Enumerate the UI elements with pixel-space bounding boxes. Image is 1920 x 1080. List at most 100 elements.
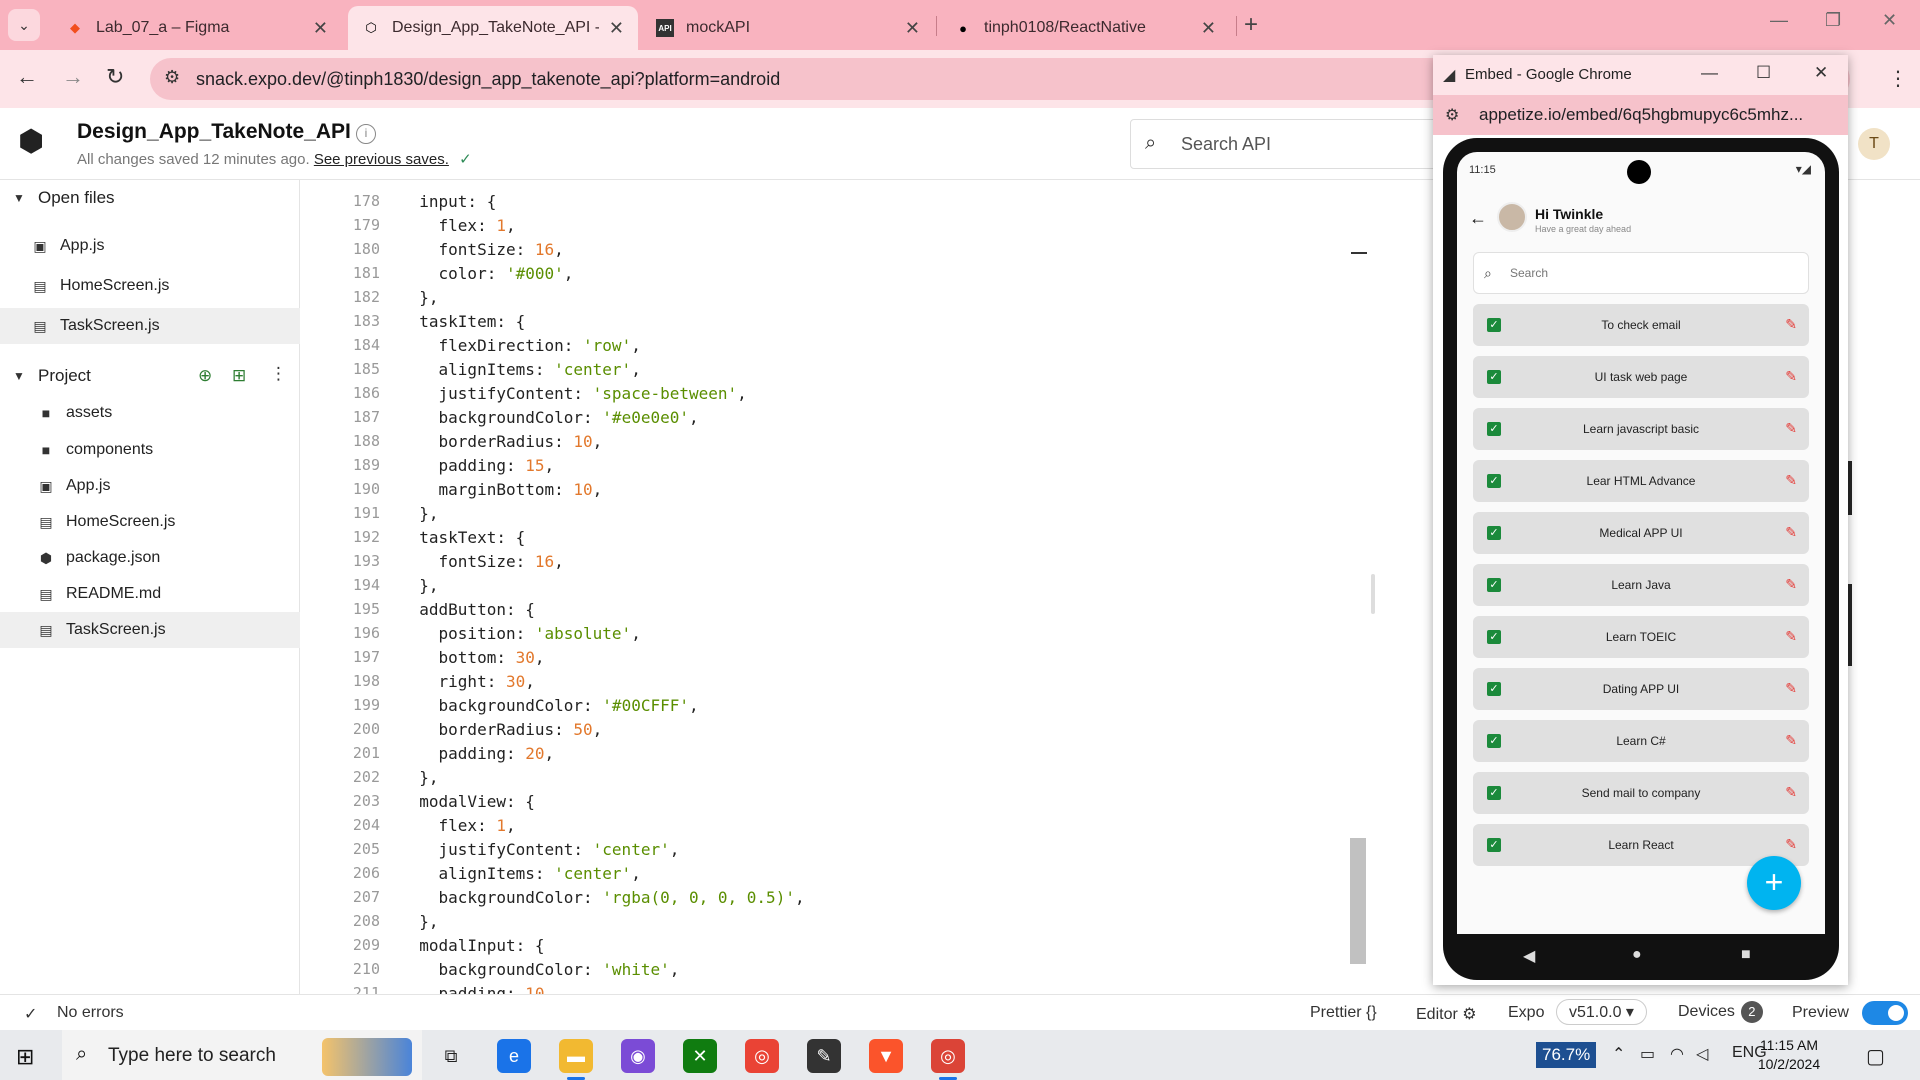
error-status[interactable]: No errors (57, 1004, 124, 1022)
code-line[interactable]: 183 taskItem: { (300, 312, 1380, 336)
code-text[interactable]: }, (400, 768, 438, 787)
task-item[interactable]: ✓ Learn C# ✎ (1473, 720, 1809, 762)
prettier-button[interactable]: Prettier {} (1310, 1004, 1377, 1022)
xbox-icon[interactable]: ✕ (683, 1039, 717, 1073)
code-text[interactable]: marginBottom: 10, (400, 480, 603, 499)
code-line[interactable]: 201 padding: 20, (300, 744, 1380, 768)
code-line[interactable]: 199 backgroundColor: '#00CFFF', (300, 696, 1380, 720)
code-text[interactable]: backgroundColor: '#e0e0e0', (400, 408, 699, 427)
close-tab-icon[interactable]: ✕ (609, 18, 624, 39)
project-file-item[interactable]: ▤ README.md (0, 576, 300, 612)
app-icon[interactable]: ◉ (621, 1039, 655, 1073)
edit-pencil-icon[interactable]: ✎ (1785, 680, 1797, 697)
code-line[interactable]: 209 modalInput: { (300, 936, 1380, 960)
close-window-icon[interactable]: ✕ (1814, 63, 1828, 83)
project-file-item[interactable]: ▣ App.js (0, 468, 300, 504)
add-task-button[interactable]: + (1747, 856, 1801, 910)
task-item[interactable]: ✓ Dating APP UI ✎ (1473, 668, 1809, 710)
edit-pencil-icon[interactable]: ✎ (1785, 836, 1797, 853)
code-line[interactable]: 194 }, (300, 576, 1380, 600)
tab-mockapi[interactable]: API mockAPI ✕ (642, 6, 934, 50)
back-arrow-icon[interactable]: ← (1469, 208, 1487, 229)
code-text[interactable]: }, (400, 912, 438, 931)
code-text[interactable]: taskText: { (400, 528, 525, 547)
code-line[interactable]: 211 padding: 10, (300, 984, 1380, 994)
code-text[interactable]: borderRadius: 50, (400, 720, 603, 739)
nav-back-icon[interactable]: ◀ (1523, 946, 1535, 966)
windows-start-icon[interactable]: ⊞ (16, 1044, 34, 1070)
code-text[interactable]: taskItem: { (400, 312, 525, 331)
restore-window-icon[interactable]: ❐ (1825, 10, 1841, 31)
snack-logo-icon[interactable]: ⬢ (18, 124, 52, 162)
checkbox-icon[interactable]: ✓ (1487, 838, 1501, 852)
code-text[interactable]: padding: 10, (400, 984, 555, 994)
close-tab-icon[interactable]: ✕ (313, 18, 328, 39)
edit-pencil-icon[interactable]: ✎ (1785, 732, 1797, 749)
new-tab-icon[interactable]: + (1244, 11, 1258, 39)
checkbox-icon[interactable]: ✓ (1487, 474, 1501, 488)
task-item[interactable]: ✓ To check email ✎ (1473, 304, 1809, 346)
code-line[interactable]: 196 position: 'absolute', (300, 624, 1380, 648)
checkbox-icon[interactable]: ✓ (1487, 734, 1501, 748)
code-line[interactable]: 202 }, (300, 768, 1380, 792)
code-line[interactable]: 185 alignItems: 'center', (300, 360, 1380, 384)
battery-percent[interactable]: 76.7% (1536, 1042, 1597, 1068)
code-text[interactable]: color: '#000', (400, 264, 574, 283)
code-line[interactable]: 198 right: 30, (300, 672, 1380, 696)
open-file-item[interactable]: ▤ HomeScreen.js (0, 268, 300, 304)
code-line[interactable]: 205 justifyContent: 'center', (300, 840, 1380, 864)
sdk-version-select[interactable]: v51.0.0 ▾ (1556, 999, 1647, 1025)
code-text[interactable]: }, (400, 504, 438, 523)
chrome-icon[interactable]: ◎ (931, 1039, 965, 1080)
code-text[interactable]: borderRadius: 10, (400, 432, 603, 451)
chevron-up-icon[interactable]: ⌃ (1612, 1044, 1625, 1064)
more-options-icon[interactable]: ⋮ (270, 364, 287, 384)
checkbox-icon[interactable]: ✓ (1487, 786, 1501, 800)
new-folder-icon[interactable]: ⊞ (232, 366, 246, 386)
tab-github[interactable]: ● tinph0108/ReactNative ✕ (940, 6, 1230, 50)
task-item[interactable]: ✓ Learn javascript basic ✎ (1473, 408, 1809, 450)
code-text[interactable]: addButton: { (400, 600, 535, 619)
close-window-icon[interactable]: ✕ (1882, 10, 1897, 31)
code-text[interactable]: flex: 1, (400, 816, 516, 835)
user-avatar[interactable]: T (1858, 128, 1890, 160)
code-text[interactable]: modalView: { (400, 792, 535, 811)
code-line[interactable]: 189 padding: 15, (300, 456, 1380, 480)
code-text[interactable]: backgroundColor: 'rgba(0, 0, 0, 0.5)', (400, 888, 805, 907)
code-line[interactable]: 181 color: '#000', (300, 264, 1380, 288)
code-line[interactable]: 206 alignItems: 'center', (300, 864, 1380, 888)
search-api-input[interactable]: ⌕ Search API (1130, 119, 1450, 169)
code-text[interactable]: backgroundColor: '#00CFFF', (400, 696, 699, 715)
checkbox-icon[interactable]: ✓ (1487, 682, 1501, 696)
code-text[interactable]: right: 30, (400, 672, 535, 691)
site-info-icon[interactable]: ⚙ (164, 67, 180, 88)
checkbox-icon[interactable]: ✓ (1487, 526, 1501, 540)
code-text[interactable]: alignItems: 'center', (400, 864, 641, 883)
checkbox-icon[interactable]: ✓ (1487, 578, 1501, 592)
tab-search-dropdown[interactable]: ⌄ (8, 9, 40, 41)
code-text[interactable]: backgroundColor: 'white', (400, 960, 680, 979)
open-file-item[interactable]: ▣ App.js (0, 228, 300, 264)
task-item[interactable]: ✓ Send mail to company ✎ (1473, 772, 1809, 814)
browser-menu-icon[interactable]: ⋮ (1888, 66, 1908, 91)
nav-home-icon[interactable]: ● (1632, 946, 1642, 964)
code-line[interactable]: 195 addButton: { (300, 600, 1380, 624)
task-item[interactable]: ✓ Learn Java ✎ (1473, 564, 1809, 606)
wifi-icon[interactable]: ◠ (1670, 1044, 1684, 1064)
code-line[interactable]: 204 flex: 1, (300, 816, 1380, 840)
code-text[interactable]: fontSize: 16, (400, 240, 564, 259)
code-text[interactable]: alignItems: 'center', (400, 360, 641, 379)
code-line[interactable]: 178 input: { (300, 192, 1380, 216)
code-text[interactable]: flex: 1, (400, 216, 516, 235)
project-file-item[interactable]: ▤ HomeScreen.js (0, 504, 300, 540)
task-item[interactable]: ✓ UI task web page ✎ (1473, 356, 1809, 398)
code-editor[interactable]: 178 input: {179 flex: 1, 180 fontSize: 16… (300, 180, 1380, 994)
open-file-item[interactable]: ▤ TaskScreen.js (0, 308, 300, 344)
code-text[interactable]: }, (400, 288, 438, 307)
checkbox-icon[interactable]: ✓ (1487, 370, 1501, 384)
code-text[interactable]: }, (400, 576, 438, 595)
address-url[interactable]: snack.expo.dev/@tinph1830/design_app_tak… (196, 69, 780, 90)
close-tab-icon[interactable]: ✕ (905, 18, 920, 39)
nav-recents-icon[interactable]: ■ (1741, 946, 1751, 964)
popup-address-bar[interactable]: ⚙ appetize.io/embed/6q5hgbmupyc6c5mhz... (1433, 95, 1848, 135)
